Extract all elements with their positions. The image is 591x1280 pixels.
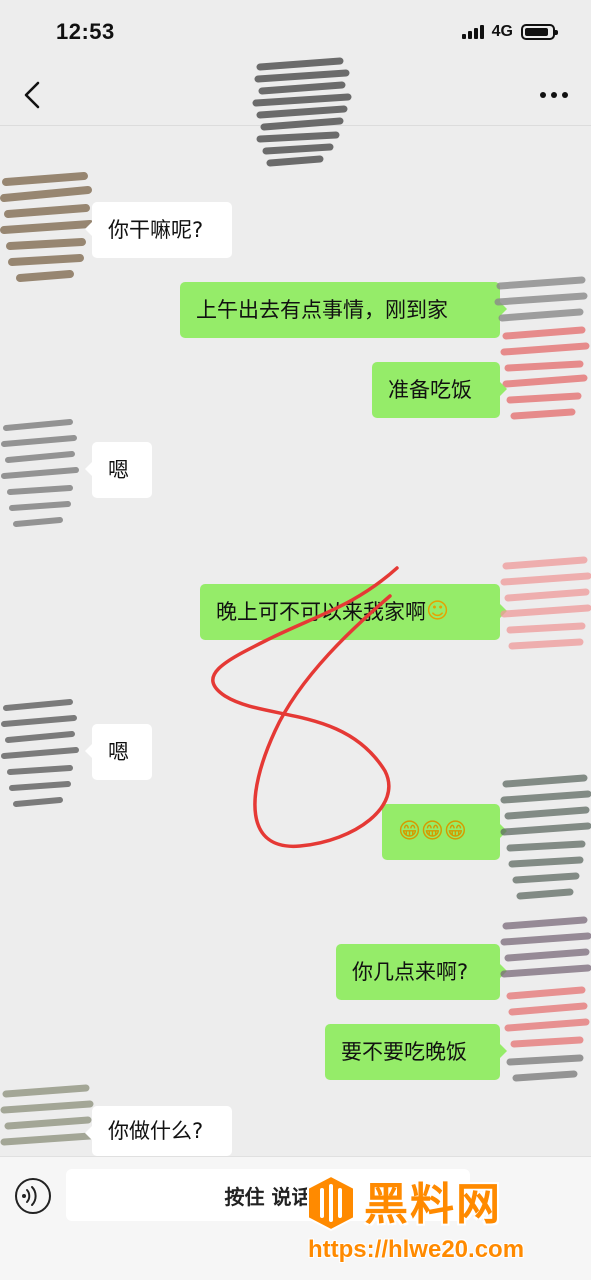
status-indicators: 4G — [461, 23, 558, 41]
message-bubble-incoming[interactable]: 嗯 — [85, 724, 152, 780]
message-bubble-outgoing[interactable]: 你几点来啊? — [336, 944, 507, 1000]
message-bubble-outgoing[interactable]: 上午出去有点事情，刚到家 — [180, 282, 507, 338]
avatar[interactable] — [0, 1084, 96, 1156]
network-type: 4G — [491, 23, 513, 40]
voice-icon[interactable] — [14, 1177, 52, 1215]
message-bubble-incoming[interactable]: 你干嘛呢? — [85, 202, 232, 258]
message-text: 你做什么? — [108, 1119, 204, 1143]
status-time: 12:53 — [56, 19, 115, 44]
message-text: 你几点来啊? — [352, 960, 469, 984]
chevron-left-icon[interactable] — [20, 80, 46, 110]
message-text: 晚上可不可以来我家啊 — [216, 600, 426, 624]
avatar[interactable] — [0, 696, 80, 816]
grinning-emoji-icon: 😁😁😁 — [398, 819, 467, 844]
message-text: 嗯 — [108, 740, 129, 764]
message-text: 嗯 — [108, 458, 129, 482]
message-list[interactable]: 你干嘛呢? 上午出去有点事情，刚到家 准备吃饭 嗯 晚上可不可以来我家啊 ☺ 嗯… — [0, 126, 591, 1156]
message-text: 你干嘛呢? — [108, 218, 204, 242]
message-bubble-outgoing[interactable]: 晚上可不可以来我家啊 ☺ — [200, 584, 507, 640]
message-bubble-incoming[interactable]: 嗯 — [85, 442, 152, 498]
avatar[interactable] — [500, 774, 591, 904]
signal-icon — [461, 25, 484, 39]
smile-emoji-icon: ☺ — [426, 599, 449, 624]
message-text: 上午出去有点事情，刚到家 — [196, 298, 448, 322]
message-bubble-outgoing[interactable]: 准备吃饭 — [372, 362, 507, 418]
avatar[interactable] — [0, 172, 92, 292]
watermark-title: 黑料网 — [364, 1179, 502, 1230]
avatar[interactable] — [500, 916, 591, 1096]
message-bubble-outgoing[interactable]: 要不要吃晚饭 — [325, 1024, 507, 1080]
message-bubble-outgoing[interactable]: 😁😁😁 — [382, 804, 507, 860]
watermark-url: https://hlwe20.com — [308, 1236, 525, 1263]
message-bubble-incoming[interactable]: 你做什么? — [85, 1106, 232, 1156]
battery-icon — [521, 24, 558, 40]
message-text: 准备吃饭 — [388, 378, 472, 402]
avatar[interactable] — [492, 276, 591, 426]
site-watermark: 黑料网 https://hlwe20.com — [300, 1168, 591, 1280]
avatar[interactable] — [500, 556, 591, 666]
more-dots-icon[interactable] — [539, 88, 569, 102]
message-text: 要不要吃晚饭 — [341, 1040, 467, 1064]
avatar[interactable] — [0, 416, 80, 536]
watermark-logo-icon — [307, 1174, 355, 1232]
